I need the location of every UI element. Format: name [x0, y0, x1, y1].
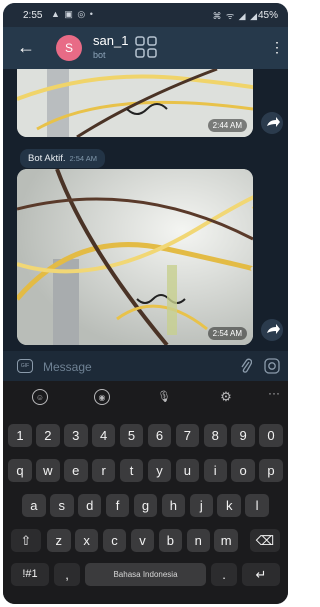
key-u[interactable]: u [175, 459, 200, 482]
chat-name[interactable]: san_1 [93, 33, 128, 48]
key-b[interactable]: b [158, 529, 183, 552]
photo-message[interactable]: 2:44 AM [17, 69, 253, 137]
key-l[interactable]: l [245, 494, 269, 517]
comma-key[interactable]: , [54, 563, 80, 586]
key-8[interactable]: 8 [203, 424, 227, 447]
key-2[interactable]: 2 [36, 424, 60, 447]
key-a[interactable]: a [22, 494, 46, 517]
keyboard-toolbar: ☺ ◉ 🎙 ⚙ ··· [3, 381, 288, 413]
key-w[interactable]: w [36, 459, 60, 482]
key-j[interactable]: j [189, 494, 214, 517]
mic-icon[interactable]: 🎙 [156, 389, 172, 405]
key-n[interactable]: n [186, 529, 210, 552]
key-5[interactable]: 5 [119, 424, 144, 447]
more-vert-icon[interactable]: ⋮ [270, 38, 284, 56]
avatar[interactable]: S [56, 35, 82, 61]
message-time: 2:54 AM [207, 327, 247, 340]
key-g[interactable]: g [133, 494, 158, 517]
key-m[interactable]: m [214, 529, 238, 552]
phone-screen: 2:55 ▲ ▣ ◎ • ⌘ ᯤ ◢ ◢ 45% ← S san_1 bot ⋮ [3, 3, 288, 604]
key-z[interactable]: z [47, 529, 71, 552]
status-time: 2:55 [23, 10, 43, 21]
key-3[interactable]: 3 [64, 424, 88, 447]
settings-icon[interactable]: ⚙ [218, 389, 234, 405]
key-k[interactable]: k [217, 494, 241, 517]
back-arrow-icon[interactable]: ← [17, 37, 35, 57]
attach-icon[interactable] [240, 358, 252, 374]
key-h[interactable]: h [161, 494, 186, 517]
key-v[interactable]: v [130, 529, 155, 552]
message-time: 2:54 AM [69, 154, 98, 163]
key-c[interactable]: c [102, 529, 127, 552]
status-bar: 2:55 ▲ ▣ ◎ • ⌘ ᯤ ◢ ◢ 45% [3, 3, 288, 27]
key-e[interactable]: e [64, 459, 88, 482]
message-input[interactable] [41, 357, 225, 377]
key-1[interactable]: 1 [8, 424, 32, 447]
key-y[interactable]: y [147, 459, 172, 482]
key-r[interactable]: r [91, 459, 116, 482]
camera-icon[interactable] [264, 358, 280, 374]
photo-message[interactable]: 2:54 AM [17, 169, 253, 345]
gif-icon[interactable]: GIF [17, 359, 33, 373]
text-message[interactable]: Bot Aktif. 2:54 AM [20, 149, 106, 168]
more-horiz-icon[interactable]: ··· [268, 386, 280, 400]
share-icon[interactable] [261, 319, 283, 341]
chat-subtitle: bot [93, 50, 106, 60]
key-f[interactable]: f [105, 494, 130, 517]
chat-area[interactable]: 2:44 AM Bot Aktif. 2:54 AM 2:54 AM [3, 69, 288, 351]
key-s[interactable]: s [50, 494, 74, 517]
share-icon[interactable] [261, 112, 283, 134]
message-text: Bot Aktif. [28, 153, 66, 164]
message-time: 2:44 AM [207, 119, 247, 132]
key-t[interactable]: t [119, 459, 144, 482]
grid-icon[interactable] [135, 36, 157, 58]
key-d[interactable]: d [77, 494, 102, 517]
key-4[interactable]: 4 [91, 424, 116, 447]
key-p[interactable]: p [259, 459, 283, 482]
key-9[interactable]: 9 [231, 424, 255, 447]
photo-image [17, 169, 253, 345]
battery-level: 45% [257, 10, 278, 21]
enter-key[interactable]: ↵ [242, 563, 280, 586]
emoji-icon[interactable]: ☺ [32, 389, 48, 405]
keyboard: ☺ ◉ 🎙 ⚙ ··· 1234567890 qwertyuiop asdfghjk… [3, 381, 288, 604]
sticker-icon[interactable]: ◉ [94, 389, 110, 405]
key-i[interactable]: i [203, 459, 227, 482]
key-7[interactable]: 7 [175, 424, 200, 447]
backspace-key[interactable]: ⌫ [250, 529, 280, 552]
key-q[interactable]: q [8, 459, 32, 482]
chat-header: ← S san_1 bot ⋮ [3, 27, 288, 69]
symbols-key[interactable]: !#1 [11, 563, 49, 586]
signal-icons: ⌘ ᯤ ◢ ◢ [212, 11, 258, 21]
space-key[interactable]: Bahasa Indonesia [85, 563, 206, 586]
period-key[interactable]: . [211, 563, 237, 586]
key-o[interactable]: o [231, 459, 255, 482]
message-input-bar: GIF [3, 351, 288, 381]
shift-key[interactable]: ⇧ [11, 529, 41, 552]
key-6[interactable]: 6 [147, 424, 172, 447]
key-0[interactable]: 0 [259, 424, 283, 447]
notification-icons: ▲ ▣ ◎ • [51, 9, 94, 19]
key-x[interactable]: x [74, 529, 99, 552]
